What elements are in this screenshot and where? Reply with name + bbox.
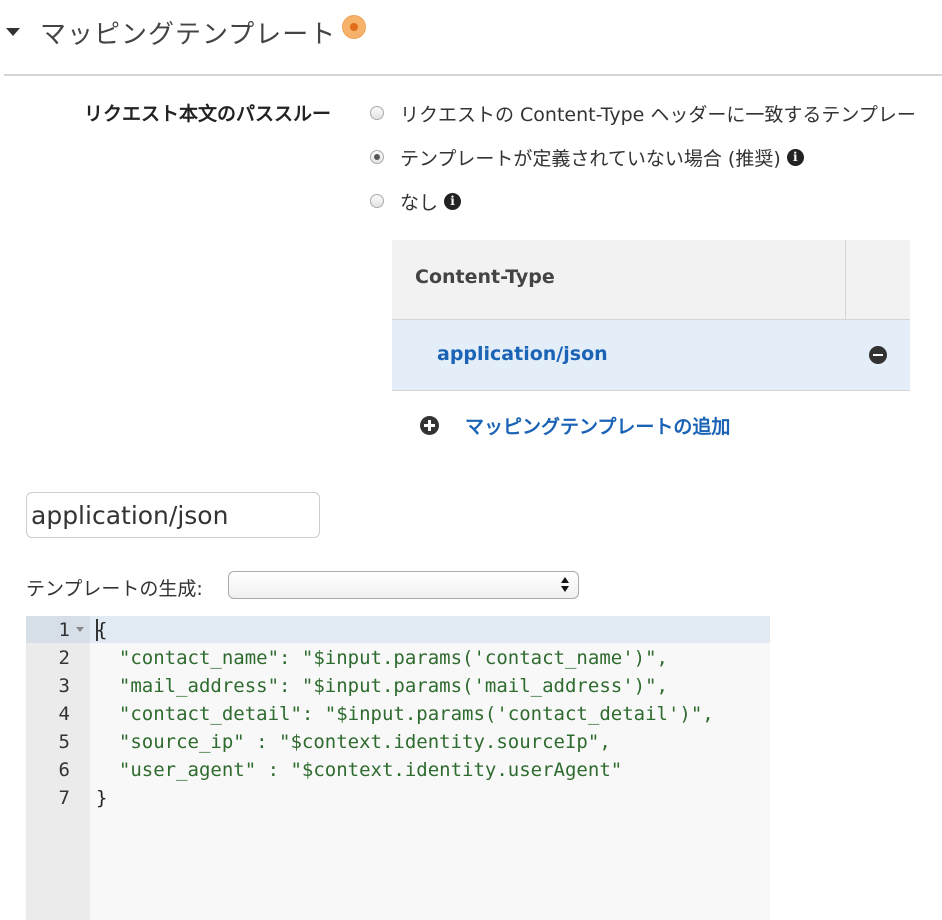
radio-button[interactable] <box>370 194 384 208</box>
section-header[interactable]: マッピングテンプレート <box>0 0 942 74</box>
generate-template-label: テンプレートの生成: <box>26 578 203 600</box>
line-number: 1 <box>58 619 70 641</box>
passthrough-option-never[interactable]: なし i <box>370 187 462 215</box>
code-editor[interactable]: 1 2 3 4 5 6 7 { "contact_name": "$input.… <box>26 616 770 920</box>
generate-template-select[interactable] <box>228 571 579 599</box>
code-line[interactable]: "contact_name": "$input.params('contact_… <box>96 644 668 672</box>
line-number: 6 <box>58 759 70 781</box>
info-icon[interactable]: i <box>786 148 804 166</box>
passthrough-option-when-no-templates[interactable]: テンプレートが定義されていない場合 (推奨) i <box>370 143 804 171</box>
code-line[interactable]: "mail_address": "$input.params('mail_add… <box>96 672 668 700</box>
remove-icon[interactable] <box>869 346 887 364</box>
active-line-highlight <box>26 616 770 643</box>
radio-label[interactable]: リクエストの Content-Type ヘッダーに一致するテンプレー <box>400 100 916 127</box>
section-title: マッピングテンプレート <box>40 20 337 50</box>
line-number: 2 <box>58 647 70 669</box>
column-header-content-type: Content-Type <box>415 266 555 288</box>
line-number: 5 <box>58 731 70 753</box>
select-arrows-icon <box>560 576 570 594</box>
add-icon[interactable] <box>420 416 439 435</box>
fold-arrow-icon[interactable] <box>76 627 84 632</box>
content-type-input[interactable] <box>26 492 320 538</box>
line-number: 7 <box>58 787 70 809</box>
radio-label[interactable]: テンプレートが定義されていない場合 (推奨) <box>400 144 781 171</box>
line-number: 3 <box>58 675 70 697</box>
info-icon[interactable]: i <box>444 192 462 210</box>
code-line[interactable]: "source_ip" : "$context.identity.sourceI… <box>96 728 611 756</box>
add-mapping-template[interactable]: マッピングテンプレートの追加 <box>420 412 730 439</box>
passthrough-label: リクエスト本文のパススルー <box>84 103 332 125</box>
column-separator <box>845 240 846 319</box>
table-row[interactable]: application/json <box>392 320 910 391</box>
radio-button[interactable] <box>370 106 384 120</box>
radio-label[interactable]: なし <box>400 188 438 215</box>
code-line[interactable]: "contact_detail": "$input.params('contac… <box>96 700 714 728</box>
caret-down-icon[interactable] <box>6 28 20 36</box>
table-header: Content-Type <box>392 240 910 320</box>
passthrough-option-when-match[interactable]: リクエストの Content-Type ヘッダーに一致するテンプレー <box>370 99 916 127</box>
add-mapping-template-link[interactable]: マッピングテンプレートの追加 <box>465 412 730 439</box>
content-type-table: Content-Type application/json <box>392 240 910 391</box>
code-line[interactable]: "user_agent" : "$context.identity.userAg… <box>96 756 622 784</box>
content-type-link[interactable]: application/json <box>437 343 608 365</box>
line-number: 4 <box>58 703 70 725</box>
radio-button-checked[interactable] <box>370 150 384 164</box>
text-cursor <box>96 619 98 641</box>
code-line[interactable]: } <box>96 784 107 812</box>
divider <box>4 74 942 76</box>
status-indicator-icon <box>343 16 365 38</box>
